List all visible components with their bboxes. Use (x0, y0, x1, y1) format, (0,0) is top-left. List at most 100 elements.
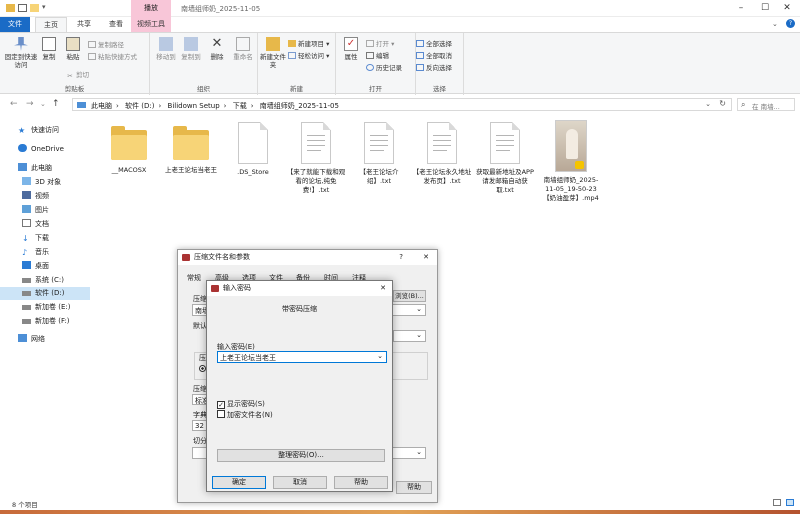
easy-access-button[interactable]: 轻松访问 ▾ (288, 50, 329, 60)
breadcrumb-item[interactable]: Bilidown Setup (168, 102, 220, 110)
sidebar-item-drive-e[interactable]: 新加卷 (E:) (0, 301, 90, 314)
password-dialog-close-icon[interactable]: ✕ (380, 281, 386, 296)
sidebar-item-this-pc[interactable]: 此电脑 (0, 162, 90, 175)
ok-button[interactable]: 确定 (212, 476, 266, 489)
tab-home[interactable]: 主页 (35, 17, 67, 32)
organize-passwords-button[interactable]: 整理密码(O)... (217, 449, 385, 462)
help-button[interactable]: 帮助 (334, 476, 388, 489)
tab-view[interactable]: 查看 (103, 17, 129, 32)
sidebar-item-network[interactable]: 网络 (0, 333, 90, 346)
refresh-icon[interactable]: ↻ (719, 99, 726, 108)
close-button[interactable]: ✕ (776, 2, 798, 15)
tab-share[interactable]: 共享 (70, 17, 98, 32)
maximize-button[interactable]: ☐ (754, 2, 776, 15)
new-folder-quick-icon[interactable] (30, 4, 39, 12)
cut-button[interactable]: ✂ 剪切 (66, 69, 89, 80)
file-item-file[interactable]: .DS_Store (222, 122, 284, 177)
organize-group-label: 组织 (197, 85, 210, 93)
pin-quick-access-button[interactable]: 固定到快速访问 (4, 37, 38, 69)
search-box[interactable]: ⌕ 在 南墙... (737, 98, 795, 111)
breadcrumb-item[interactable]: 软件 (D:) (125, 102, 154, 110)
drive-icon (22, 319, 31, 324)
password-input[interactable]: 上老王论坛当老王 ⌄ (217, 351, 387, 363)
sidebar-item-downloads[interactable]: ↓ 下载 (0, 232, 90, 245)
delete-button[interactable]: ✕ 删除 (206, 37, 228, 62)
chevron-right-icon[interactable]: › (251, 102, 254, 110)
text-file-icon (427, 122, 457, 164)
format-radio[interactable] (199, 365, 206, 372)
file-item-folder[interactable]: __MACOSX (98, 122, 160, 175)
sidebar-item-videos[interactable]: 视频 (0, 190, 90, 203)
sidebar-item-3d-objects[interactable]: 3D 对象 (0, 176, 90, 189)
tab-general[interactable]: 常规 (187, 273, 201, 283)
encrypt-filenames-checkbox[interactable]: 加密文件名(N) (217, 410, 273, 420)
archive-help-button[interactable]: 帮助 (396, 481, 432, 494)
sidebar-item-drive-d[interactable]: 软件 (D:) (0, 287, 90, 300)
address-dropdown-icon[interactable]: ⌄ (705, 100, 711, 108)
move-to-button[interactable]: 移动到 (153, 37, 179, 61)
up-arrow-icon[interactable]: ↑ (52, 99, 60, 109)
computer-icon (18, 163, 27, 171)
history-button[interactable]: 历史记录 (366, 62, 402, 72)
file-item-text[interactable]: 获取最新地址及APP请发邮箱自动获取.txt (474, 122, 536, 195)
tab-video-tools[interactable]: 视频工具 (131, 17, 171, 32)
collapse-ribbon-icon[interactable]: ⌄ (772, 20, 778, 28)
select-all-button[interactable]: 全部选择 (416, 38, 452, 48)
sidebar-item-drive-c[interactable]: 系统 (C:) (0, 274, 90, 287)
file-item-text[interactable]: 【老王论坛介绍】.txt (348, 122, 410, 186)
tab-file[interactable]: 文件 (0, 17, 30, 32)
sidebar-item-music[interactable]: ♪ 音乐 (0, 246, 90, 259)
sidebar-item-onedrive[interactable]: OneDrive (0, 143, 90, 156)
help-icon[interactable]: ? (786, 19, 795, 28)
copy-to-button[interactable]: 复制到 (178, 37, 204, 61)
default-profile-label: 默认 (193, 322, 207, 330)
browse-button[interactable]: 浏览(B)... (393, 290, 426, 302)
copy-button[interactable]: 复制 (38, 37, 60, 61)
chevron-right-icon[interactable]: › (158, 102, 161, 110)
cancel-button[interactable]: 取消 (273, 476, 327, 489)
properties-button[interactable]: ✓ 属性 (340, 37, 362, 61)
properties-quick-icon[interactable] (18, 4, 27, 12)
recent-dropdown-icon[interactable]: ⌄ (40, 100, 46, 108)
sidebar-item-quick-access[interactable]: ★ 快速访问 (0, 124, 90, 137)
quick-access-dropdown-icon[interactable]: ▾ (42, 3, 46, 11)
rename-button[interactable]: 重命名 (230, 37, 256, 61)
edit-button[interactable]: 编辑 (366, 50, 389, 60)
archive-dialog-help-button[interactable]: ? (399, 250, 403, 265)
show-password-checkbox[interactable]: ✓ 显示密码(S) (217, 399, 265, 409)
paste-shortcut-button[interactable]: 粘贴快捷方式 (88, 51, 137, 61)
details-view-icon[interactable] (773, 499, 781, 506)
chevron-right-icon[interactable]: › (224, 102, 227, 110)
network-icon (18, 334, 27, 342)
select-none-button[interactable]: 全部取消 (416, 50, 452, 60)
address-bar[interactable]: 此电脑 › 软件 (D:) › Bilidown Setup › 下载 › 南墙组师奶_… (72, 98, 732, 111)
paste-button[interactable]: 粘贴 (62, 37, 84, 61)
password-history-dropdown-icon[interactable]: ⌄ (377, 352, 383, 360)
forward-arrow-icon[interactable]: → (26, 99, 34, 109)
minimize-button[interactable]: – (730, 2, 752, 15)
archive-dialog-close-icon[interactable]: ✕ (423, 250, 429, 265)
file-item-folder[interactable]: 上老王论坛当老王 (160, 122, 222, 175)
password-dialog: 输入密码 ✕ 带密码压缩 输入密码(E) 上老王论坛当老王 ⌄ ✓ 显示密码(S) 加… (206, 280, 393, 492)
large-icons-view-icon[interactable] (786, 499, 794, 506)
file-item-text[interactable]: 【来了就能下载和观看的论坛,纯免费!】.txt (285, 122, 347, 195)
file-item-video[interactable]: 南墙组师奶_2025-11-05_19-50-23【奶油盈芽】.mp4 (540, 120, 602, 203)
sidebar-item-desktop[interactable]: 桌面 (0, 260, 90, 273)
copy-path-button[interactable]: 复制路径 (88, 39, 124, 49)
profile-field[interactable]: ⌄ (393, 330, 426, 342)
new-item-button[interactable]: 新建项目 ▾ (288, 38, 329, 48)
chevron-right-icon[interactable]: › (116, 102, 119, 110)
sidebar-item-pictures[interactable]: 图片 (0, 204, 90, 217)
breadcrumb-item[interactable]: 此电脑 (91, 102, 112, 110)
back-arrow-icon[interactable]: ← (10, 99, 18, 109)
breadcrumb-item[interactable]: 南墙组师奶_2025-11-05 (260, 102, 339, 110)
new-folder-button[interactable]: 新建文件夹 (260, 37, 286, 69)
file-name: 获取最新地址及APP请发邮箱自动获取.txt (476, 168, 534, 194)
file-item-text[interactable]: 【老王论坛永久地址发布页】.txt (411, 122, 473, 186)
sidebar-item-drive-f[interactable]: 新加卷 (F:) (0, 315, 90, 328)
document-icon (22, 219, 31, 227)
invert-selection-button[interactable]: 反向选择 (416, 62, 452, 72)
breadcrumb-item[interactable]: 下载 (233, 102, 247, 110)
open-button[interactable]: 打开 ▾ (366, 38, 394, 48)
sidebar-item-documents[interactable]: 文档 (0, 218, 90, 231)
